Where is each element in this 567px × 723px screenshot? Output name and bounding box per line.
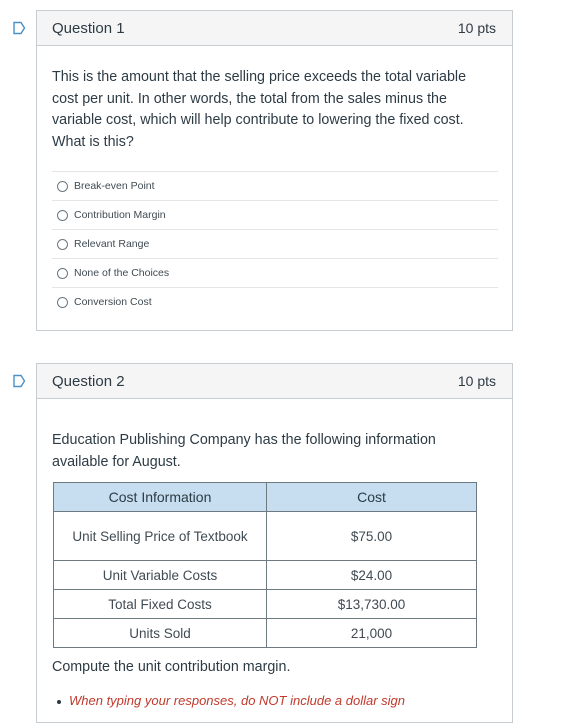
answer-label: Break-even Point [74, 180, 155, 192]
answer-option[interactable]: Conversion Cost [52, 287, 498, 316]
radio-button-icon[interactable] [57, 267, 68, 279]
table-row: Units Sold 21,000 [53, 618, 477, 648]
answer-list: Break-even Point Contribution Margin Rel… [52, 171, 498, 316]
bookmark-flag-icon[interactable] [12, 374, 26, 388]
cost-table: Cost Information Cost Unit Selling Price… [53, 482, 477, 648]
table-header: Cost Information [53, 482, 267, 512]
table-cell: $13,730.00 [266, 589, 477, 619]
answer-option[interactable]: Break-even Point [52, 171, 498, 200]
bullet-icon [57, 699, 61, 704]
question-1-header: Question 1 10 pts [37, 11, 512, 46]
question-2-points: 10 pts [457, 373, 496, 389]
question-1-card: Question 1 10 pts This is the amount tha… [36, 10, 513, 331]
radio-button-icon[interactable] [57, 180, 68, 192]
question-1-points: 10 pts [457, 20, 496, 36]
instruction-bullet: When typing your responses, do NOT inclu… [57, 693, 405, 708]
table-row: Unit Selling Price of Textbook $75.00 [53, 511, 477, 561]
answer-label: Contribution Margin [74, 209, 166, 221]
table-row: Total Fixed Costs $13,730.00 [53, 589, 477, 619]
answer-label: Relevant Range [74, 238, 150, 250]
bookmark-flag-icon[interactable] [12, 21, 26, 35]
radio-button-icon[interactable] [57, 209, 68, 221]
radio-button-icon[interactable] [57, 238, 68, 250]
table-row: Unit Variable Costs $24.00 [53, 560, 477, 590]
question-1-text: This is the amount that the selling pric… [52, 69, 467, 150]
question-2-intro: Education Publishing Company has the fol… [52, 432, 436, 470]
answer-label: Conversion Cost [74, 296, 152, 308]
table-header: Cost [266, 482, 477, 512]
table-cell: Total Fixed Costs [53, 589, 267, 619]
table-cell: 21,000 [266, 618, 477, 648]
question-2-prompt: Compute the unit contribution margin. [52, 659, 291, 675]
question-1-title: Question 1 [52, 19, 125, 37]
instruction-text: When typing your responses, do NOT inclu… [69, 693, 406, 708]
answer-label: None of the Choices [74, 267, 170, 279]
radio-button-icon[interactable] [57, 296, 68, 308]
answer-option[interactable]: Relevant Range [52, 229, 498, 258]
table-cell: Unit Selling Price of Textbook [53, 511, 267, 561]
question-2-card: Question 2 10 pts Education Publishing C… [36, 363, 513, 723]
answer-option[interactable]: None of the Choices [52, 258, 498, 287]
table-cell: Unit Variable Costs [53, 560, 267, 590]
table-cell: Units Sold [53, 618, 267, 648]
table-cell: $24.00 [266, 560, 477, 590]
table-cell: $75.00 [266, 511, 477, 561]
question-2-title: Question 2 [52, 372, 125, 390]
question-2-header: Question 2 10 pts [37, 364, 512, 399]
answer-option[interactable]: Contribution Margin [52, 200, 498, 229]
